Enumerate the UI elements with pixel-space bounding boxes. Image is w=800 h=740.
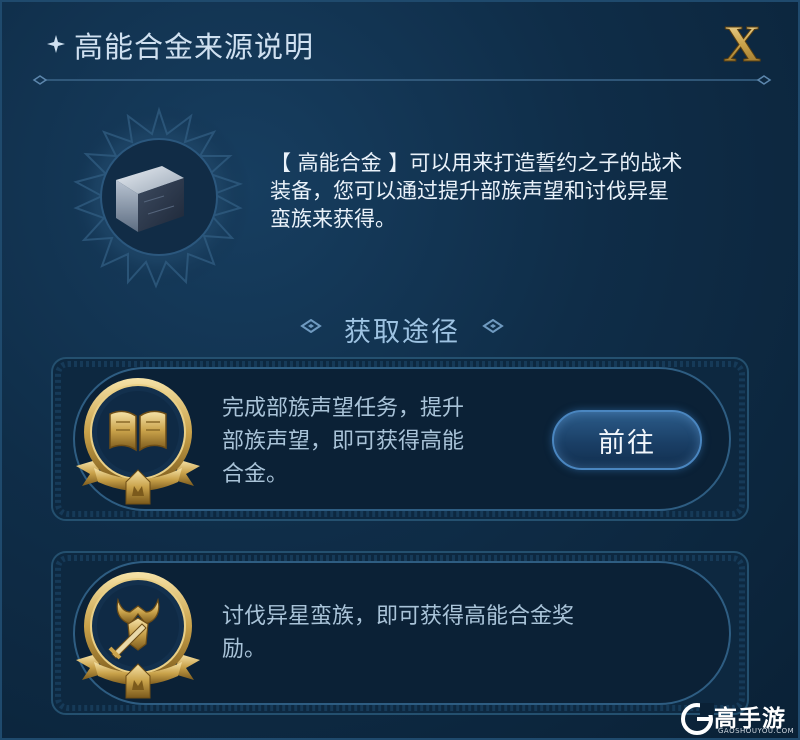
source-description: 讨伐异星蛮族，即可获得高能合金奖 励。 [222,604,575,662]
section-title: 获取途径 [344,317,460,348]
source-card-barbarians: 讨伐异星蛮族，即可获得高能合金奖 励。 [48,548,752,718]
watermark-logo-icon [681,703,714,735]
site-watermark: 高手游 GAOSHOUYOU.COM [678,698,798,738]
close-button[interactable]: X [710,14,774,70]
svg-text:X: X [723,18,761,66]
source-description: 完成部族声望任务，提升 部族声望，即可获得高能 合金。 [222,396,465,487]
alloy-description: 【 高能合金 】可以用来打造誓约之子的战术 装备，您可以通过提升部族声望和讨伐异… [270,151,683,231]
source-card-reputation: 完成部族声望任务，提升 部族声望，即可获得高能 合金。 前往 [48,354,752,524]
close-icon: X [723,18,762,66]
header-divider [32,75,772,85]
alloy-emblem [67,105,251,289]
go-button[interactable]: 前往 [552,410,702,470]
diamond-ornament-right-icon [482,319,504,333]
book-badge [76,378,200,505]
barbarian-badge [76,572,200,699]
dialog-title: 高能合金来源说明 [74,30,315,64]
alloy-source-dialog: 高能合金来源说明 X 【 高能合金 】可以用来打造誓约之子的战术 装备，您可以通… [0,0,800,740]
